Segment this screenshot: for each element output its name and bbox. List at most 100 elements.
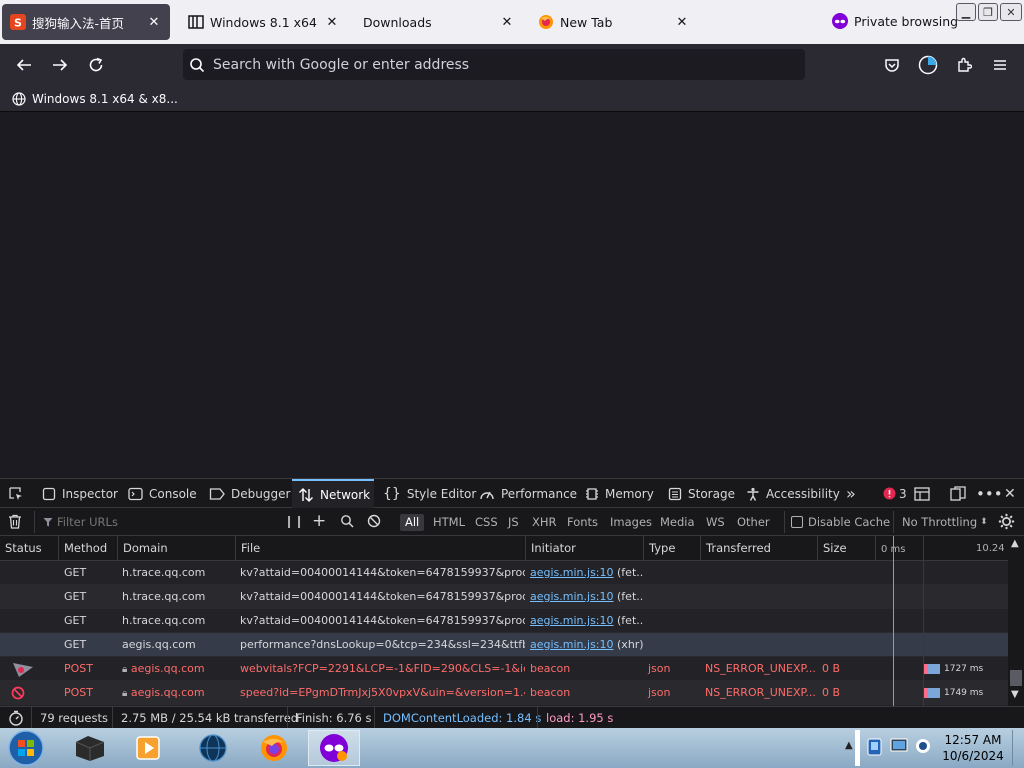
filter-type-ws[interactable]: WS [701,514,730,531]
table-row[interactable]: POST 🔒︎ aegis.qq.com webvitals?FCP=2291&… [0,657,1008,681]
taskbar-app-terminal[interactable] [63,730,115,766]
pause-button[interactable]: ❙❙ [284,514,304,528]
start-button[interactable] [0,730,52,766]
account-button[interactable] [913,50,943,80]
performance-analysis-button[interactable] [8,710,24,729]
tab-network[interactable]: Network [292,479,374,508]
taskbar-app-network[interactable] [187,730,239,766]
url-bar[interactable] [183,49,805,80]
table-row[interactable]: GET aegis.qq.com performance?dnsLookup=0… [0,633,1008,657]
filter-type-html[interactable]: HTML [428,514,470,531]
col-domain[interactable]: Domain [117,536,235,561]
tray-speaker[interactable] [914,736,932,760]
initiator-link[interactable]: aegis.min.js:10 [530,614,614,627]
tab-accessibility[interactable]: Accessibility [746,479,840,508]
tab-storage[interactable]: Storage [668,479,735,508]
col-initiator[interactable]: Initiator [525,536,643,561]
separate-window-button[interactable] [950,479,966,508]
tab-downloads[interactable]: Downloads ✕ [355,4,523,40]
table-row[interactable]: GET h.trace.qq.com kv?attaid=00400014144… [0,561,1008,585]
show-hidden-icons-button[interactable]: ▲ [845,740,853,751]
row-initiator[interactable]: aegis.min.js:10 (xhr) [525,633,643,657]
tab-debugger[interactable]: Debugger [209,479,290,508]
minimize-button[interactable]: ▁ [956,3,976,21]
clear-requests-button[interactable] [8,514,22,532]
filter-type-xhr[interactable]: XHR [527,514,562,531]
disable-cache-toggle[interactable]: Disable Cache [784,511,890,533]
lock-icon: 🔒︎ [122,664,128,675]
table-row[interactable]: POST 🔒︎ aegis.qq.com speed?id=EPgmDTrmJx… [0,681,1008,705]
table-row[interactable]: GET h.trace.qq.com kv?attaid=00400014144… [0,585,1008,609]
taskbar-app-firefox[interactable] [248,730,300,766]
network-settings-button[interactable] [998,513,1015,533]
block-requests-button[interactable] [367,514,381,531]
scroll-up-icon[interactable]: ▲ [1011,538,1019,549]
system-clock[interactable]: 12:57 AM 10/6/2024 [936,732,1010,764]
extensions-button[interactable] [949,50,979,80]
tab-inspector[interactable]: Inspector [42,479,118,508]
filter-type-js[interactable]: JS [503,514,524,531]
bookmark-item[interactable]: Windows 8.1 x64 & x8... [12,92,178,106]
close-devtools-button[interactable]: ✕ [1004,479,1016,508]
col-method[interactable]: Method [58,536,117,561]
add-filter-button[interactable]: + [312,511,326,531]
filter-type-fonts[interactable]: Fonts [562,514,603,531]
menu-button[interactable] [985,50,1015,80]
initiator-link[interactable]: aegis.min.js:10 [530,566,614,579]
taskbar-app-media-player[interactable] [122,730,174,766]
close-tab-icon[interactable]: ✕ [499,15,515,30]
close-tab-icon[interactable]: ✕ [146,15,162,30]
close-window-button[interactable]: ✕ [1000,3,1022,21]
show-desktop-button[interactable] [1012,730,1024,766]
more-tools-button[interactable]: » [846,479,856,508]
col-type[interactable]: Type [643,536,700,561]
pocket-button[interactable] [877,50,907,80]
back-button[interactable] [9,50,39,80]
col-waterfall[interactable]: 0 ms 10.24 s [875,536,1008,561]
initiator-link[interactable]: aegis.min.js:10 [530,590,614,603]
tab-memory[interactable]: Memory [585,479,654,508]
element-picker-button[interactable] [8,479,28,508]
restore-button[interactable]: ❐ [978,3,998,21]
filter-type-css[interactable]: CSS [470,514,503,531]
tab-console[interactable]: Console [128,479,197,508]
tab-sogou[interactable]: S 搜狗输入法-首页 ✕ [2,4,170,40]
filter-type-other[interactable]: Other [732,514,775,531]
checkbox[interactable] [791,516,803,528]
scroll-down-icon[interactable]: ▼ [1011,689,1019,700]
throttling-select[interactable]: No Throttling ⬍ [893,511,988,533]
initiator-link[interactable]: aegis.min.js:10 [530,638,614,651]
close-tab-icon[interactable]: ✕ [674,15,690,30]
devtools-options-button[interactable]: ••• [976,479,1003,508]
close-tab-icon[interactable]: ✕ [324,15,340,30]
search-requests-button[interactable] [340,514,354,531]
row-initiator[interactable]: aegis.min.js:10 (fet... [525,609,643,633]
filter-type-media[interactable]: Media [655,514,700,531]
address-input[interactable] [213,56,773,73]
error-count-badge[interactable]: 3 [883,479,907,508]
col-transferred[interactable]: Transferred [700,536,817,561]
taskbar-app-private-browsing[interactable] [308,730,360,766]
scrollbar-thumb[interactable] [1010,670,1022,686]
forward-button[interactable] [45,50,75,80]
tray-display[interactable] [890,736,908,760]
filter-type-all[interactable]: All [400,514,425,531]
filter-urls-field[interactable] [34,511,274,533]
row-initiator[interactable]: aegis.min.js:10 (fet... [525,561,643,585]
filter-type-images[interactable]: Images [605,514,657,531]
col-size[interactable]: Size [817,536,875,561]
row-initiator[interactable]: aegis.min.js:10 (fet... [525,585,643,609]
clock-time: 12:57 AM [944,733,1002,747]
request-list-scrollbar[interactable]: ▲ ▼ [1008,536,1024,706]
col-status[interactable]: Status [0,536,58,561]
col-file[interactable]: File [235,536,525,561]
tab-style-editor[interactable]: {} Style Editor [383,479,476,508]
dock-side-button[interactable] [914,479,930,508]
tab-windows[interactable]: Windows 8.1 x64 & x8 ✕ [180,4,348,40]
reload-button[interactable] [81,50,111,80]
tab-new-tab[interactable]: New Tab ✕ [530,4,698,40]
tray-network[interactable] [866,736,884,762]
tab-performance[interactable]: Performance [479,479,577,508]
filter-urls-input[interactable] [57,515,257,529]
table-row[interactable]: GET h.trace.qq.com kv?attaid=00400014144… [0,609,1008,633]
